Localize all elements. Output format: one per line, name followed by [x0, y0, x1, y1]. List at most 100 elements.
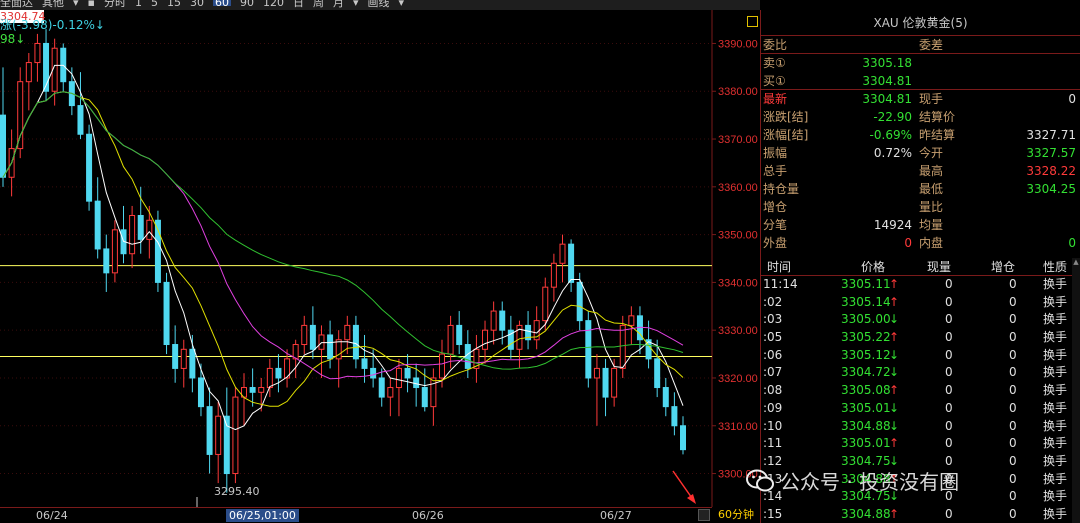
period-toggle-icon[interactable] — [698, 509, 710, 521]
candle-body[interactable] — [585, 320, 592, 379]
period-60-button[interactable]: 60 — [213, 0, 231, 8]
tick-row[interactable]: :06 3305.12 ↓ 0 0 换手 — [761, 347, 1080, 365]
candle-body[interactable] — [430, 377, 437, 408]
toolbar-item[interactable]: 120 — [263, 0, 284, 8]
tick-row[interactable]: :05 3305.22 ↑ 0 0 换手 — [761, 329, 1080, 347]
candle-body[interactable] — [17, 81, 24, 150]
candle-body[interactable] — [438, 353, 445, 379]
candle-body[interactable] — [619, 324, 626, 369]
candle-body[interactable] — [542, 286, 549, 322]
candle-body[interactable] — [628, 315, 635, 326]
candle-body[interactable] — [654, 358, 661, 389]
candle-body[interactable] — [344, 324, 351, 341]
candle-body[interactable] — [111, 229, 118, 274]
candle-body[interactable] — [94, 200, 101, 250]
toolbar-item[interactable]: 30 — [190, 0, 204, 8]
candle-body[interactable] — [387, 387, 394, 398]
candle-body[interactable] — [499, 310, 506, 331]
candle-body[interactable] — [482, 329, 489, 350]
tick-row[interactable]: :15 3304.88 ↑ 0 0 换手 — [761, 506, 1080, 523]
candle-body[interactable] — [568, 243, 575, 283]
ticks-column-header: 增仓 — [991, 260, 1016, 274]
period-indicator[interactable]: 60分钟 — [712, 507, 760, 523]
candle-body[interactable] — [395, 367, 402, 389]
toolbar-item[interactable]: 15 — [167, 0, 181, 8]
candle-body[interactable] — [662, 387, 669, 408]
candle-body[interactable] — [421, 387, 428, 408]
candle-body[interactable] — [404, 367, 411, 379]
candle-body[interactable] — [163, 281, 170, 346]
candle-body[interactable] — [34, 42, 41, 64]
candle-body[interactable] — [172, 344, 179, 369]
candle-body[interactable] — [602, 367, 609, 398]
toolbar-item[interactable]: 全面达 — [0, 0, 33, 8]
tick-row[interactable]: :02 3305.14 ↑ 0 0 换手 — [761, 294, 1080, 312]
toolbar-item[interactable]: 月 — [333, 0, 344, 8]
panel-toggle-icon[interactable] — [747, 16, 758, 27]
candle-body[interactable] — [266, 367, 273, 389]
toolbar-item[interactable]: 周 — [313, 0, 324, 8]
candle-body[interactable] — [189, 348, 196, 379]
tick-row[interactable]: :09 3305.01 ↓ 0 0 换手 — [761, 400, 1080, 418]
candle-body[interactable] — [671, 406, 678, 427]
candle-body[interactable] — [447, 324, 454, 355]
candle-body[interactable] — [146, 219, 153, 240]
candle-body[interactable] — [25, 62, 32, 83]
tick-row[interactable]: :03 3305.00 ↓ 0 0 换手 — [761, 311, 1080, 329]
tick-row[interactable]: 11:14 3305.11 ↑ 0 0 换手 — [761, 276, 1080, 294]
candle-body[interactable] — [378, 377, 385, 398]
toolbar-item[interactable]: 其他 — [42, 0, 64, 8]
toolbar-item[interactable]: ▾ — [353, 0, 359, 8]
candle-body[interactable] — [215, 415, 222, 455]
sell-row[interactable]: 卖① 3305.18 — [761, 54, 1080, 72]
kline-chart[interactable]: 3390.00 3380.00 3370.00 3360.00 3350.00 3340.… — [0, 10, 760, 523]
tick-row[interactable]: :08 3305.08 ↑ 0 0 换手 — [761, 382, 1080, 400]
toolbar-item[interactable]: ▾ — [73, 0, 79, 8]
tick-row[interactable]: :10 3304.88 ↓ 0 0 换手 — [761, 418, 1080, 436]
candle-body[interactable] — [361, 358, 368, 369]
candle-body[interactable] — [413, 377, 420, 389]
candle-body[interactable] — [559, 243, 566, 264]
candle-body[interactable] — [550, 262, 557, 288]
toolbar-item[interactable]: 分时 — [104, 0, 126, 8]
candle-body[interactable] — [86, 133, 93, 202]
toolbar-item[interactable]: 90 — [240, 0, 254, 8]
tick-row[interactable]: :11 3305.01 ↑ 0 0 换手 — [761, 435, 1080, 453]
candle-body[interactable] — [77, 105, 84, 135]
candle-body[interactable] — [680, 425, 686, 451]
candle-body[interactable] — [490, 310, 497, 331]
candle-body[interactable] — [180, 348, 187, 369]
candle-body[interactable] — [137, 214, 144, 240]
candle-body[interactable] — [232, 396, 239, 475]
toolbar-item[interactable]: ▾ — [399, 0, 405, 8]
scroll-up-icon[interactable]: ▲ — [1072, 258, 1080, 266]
candle-body[interactable] — [301, 324, 308, 346]
candle-body[interactable] — [611, 367, 618, 398]
kline-svg[interactable]: 3390.00 3380.00 3370.00 3360.00 3350.00 3340.… — [0, 10, 760, 507]
candle-body[interactable] — [129, 214, 136, 255]
candle-body[interactable] — [43, 42, 50, 92]
candle-body[interactable] — [370, 367, 377, 379]
tick-oi: 0 — [1009, 277, 1017, 291]
candle-body[interactable] — [258, 387, 265, 393]
candle-body[interactable] — [352, 324, 359, 360]
toolbar-item[interactable]: 5 — [151, 0, 158, 8]
toolbar-item[interactable]: ▪ — [88, 0, 95, 8]
candle-body[interactable] — [249, 387, 256, 393]
toolbar-item[interactable]: 画线 — [368, 0, 390, 8]
tick-row[interactable]: :07 3304.72 ↓ 0 0 换手 — [761, 364, 1080, 382]
buy-row[interactable]: 买① 3304.81 — [761, 72, 1080, 90]
candle-body[interactable] — [197, 377, 204, 408]
toolbar-item[interactable]: 日 — [293, 0, 304, 8]
candle-body[interactable] — [464, 344, 471, 369]
candle-body[interactable] — [456, 324, 463, 346]
candle-body[interactable] — [327, 334, 334, 360]
candle-body[interactable] — [309, 324, 316, 350]
candle-body[interactable] — [275, 367, 282, 379]
candle-body[interactable] — [0, 114, 6, 178]
candle-body[interactable] — [593, 367, 600, 379]
candle-body[interactable] — [576, 281, 583, 322]
candle-body[interactable] — [103, 248, 110, 274]
candle-body[interactable] — [206, 406, 213, 455]
toolbar-item[interactable]: 1 — [135, 0, 142, 8]
